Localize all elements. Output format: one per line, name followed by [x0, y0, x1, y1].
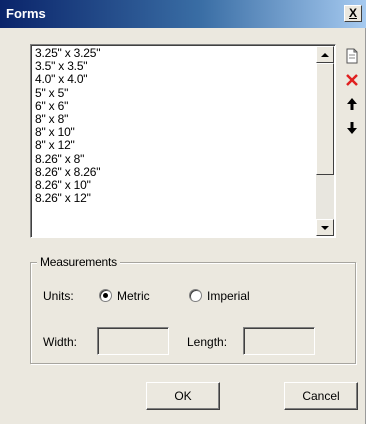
list-item[interactable]: 6" x 6" [35, 99, 315, 113]
forms-listbox[interactable]: 3.25" x 3.25" 3.5" x 3.5" 4.0" x 4.0" 5" x … [30, 44, 336, 238]
arrow-up-icon [321, 52, 329, 57]
imperial-label[interactable]: Imperial [207, 289, 250, 303]
delete-form-button[interactable] [344, 70, 360, 90]
close-button[interactable]: X [344, 5, 362, 22]
list-item[interactable]: 8" x 10" [35, 126, 315, 139]
scroll-up-button[interactable] [316, 46, 334, 63]
arrow-down-icon [321, 225, 329, 230]
move-down-icon [347, 122, 357, 134]
scroll-thumb[interactable] [316, 63, 334, 175]
ok-button[interactable]: OK [146, 382, 220, 410]
list-item[interactable]: 4.0" x 4.0" [35, 73, 315, 86]
move-down-button[interactable] [344, 118, 360, 138]
cancel-button[interactable]: Cancel [284, 382, 358, 410]
window-title: Forms [6, 6, 46, 21]
forms-list-items: 3.25" x 3.25" 3.5" x 3.5" 4.0" x 4.0" 5" x … [35, 46, 315, 205]
delete-icon [346, 74, 358, 86]
measurements-group: Measurements Units: Metric Imperial Widt… [30, 255, 356, 364]
units-label: Units: [43, 289, 74, 303]
form-tools [344, 46, 364, 142]
new-form-button[interactable] [344, 46, 360, 66]
radio-selected-dot [103, 293, 108, 298]
length-label: Length: [187, 335, 228, 349]
width-field[interactable] [97, 327, 169, 355]
list-item[interactable]: 8" x 8" [35, 112, 315, 126]
move-up-icon [347, 98, 357, 110]
scroll-down-button[interactable] [316, 219, 334, 236]
list-item[interactable]: 8.26" x 12" [35, 191, 315, 205]
imperial-radio[interactable] [189, 289, 202, 302]
title-bar[interactable]: Forms X [0, 0, 366, 28]
list-item[interactable]: 8.26" x 8.26" [35, 165, 315, 179]
measurements-group-label: Measurements [37, 255, 120, 269]
width-label: Width: [43, 335, 78, 349]
list-item[interactable]: 8" x 12" [35, 139, 315, 152]
list-item[interactable]: 8.26" x 8" [35, 152, 315, 166]
forms-dialog: Forms X 3.25" x 3.25" 3.5" x 3.5" 4.0" x 4… [0, 0, 366, 424]
move-up-button[interactable] [344, 94, 360, 114]
length-field[interactable] [243, 327, 315, 355]
list-scrollbar[interactable] [316, 46, 334, 236]
new-form-icon [346, 48, 358, 64]
list-item[interactable]: 5" x 5" [35, 86, 315, 100]
metric-label[interactable]: Metric [117, 289, 150, 303]
metric-radio[interactable] [99, 289, 112, 302]
